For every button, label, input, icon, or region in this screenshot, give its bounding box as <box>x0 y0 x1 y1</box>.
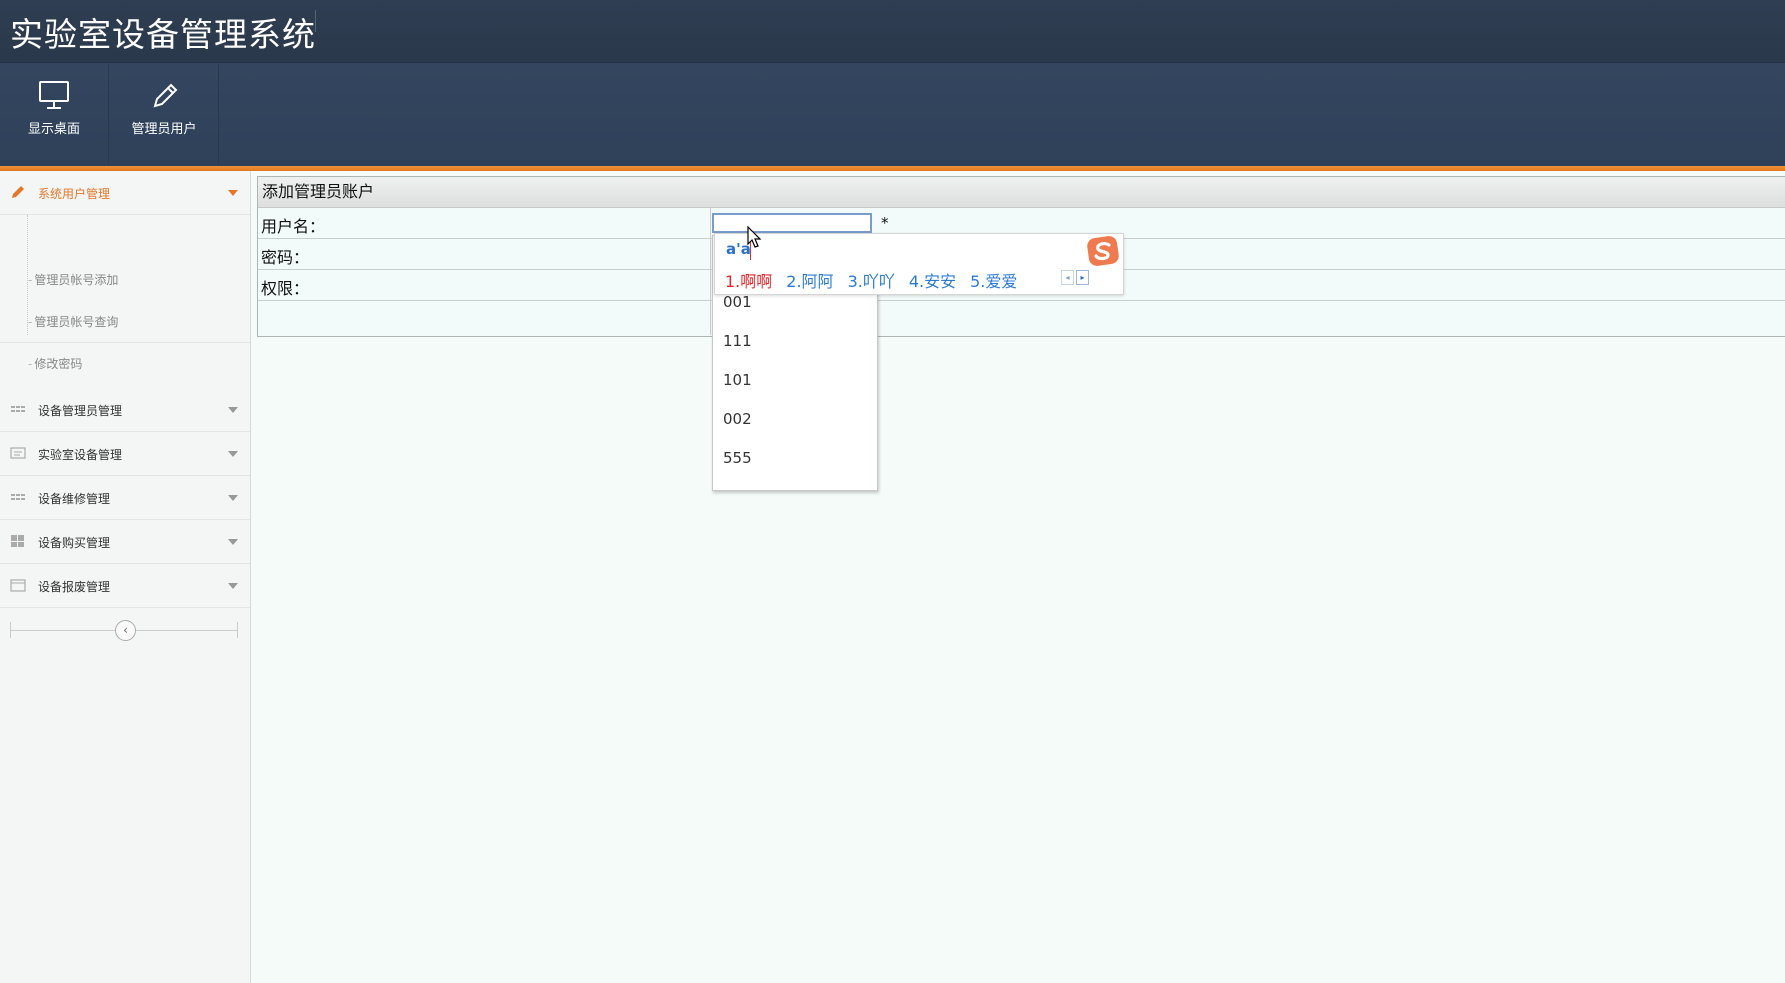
sidebar-item-query-admin[interactable]: 管理员帐号查询 <box>28 313 118 330</box>
tiles-icon <box>11 535 24 547</box>
grid-icon <box>11 494 25 500</box>
admin-user-label: 管理员用户 <box>131 122 197 137</box>
sidebar-collapse-row: ‹ <box>0 608 250 652</box>
nav-group-device-scrap[interactable]: 设备报废管理 <box>0 564 250 608</box>
chevron-down-icon <box>228 190 238 196</box>
ime-prev-page-icon[interactable]: ◂ <box>1061 270 1074 285</box>
monitor-icon <box>39 81 69 109</box>
required-mark: * <box>881 214 889 232</box>
chevron-down-icon <box>228 495 238 501</box>
chevron-down-icon <box>228 451 238 457</box>
nav-group-label: 设备报废管理 <box>38 580 111 594</box>
ime-candidate-window: a'a 1.啊啊 2.阿阿 3.吖吖 4.安安 5.爱爱 ◂ ▸ <box>714 233 1124 295</box>
chevron-down-icon <box>228 539 238 545</box>
nav-group-lab-devices[interactable]: 实验室设备管理 <box>0 432 250 476</box>
autocomplete-option[interactable]: 555 <box>723 449 752 467</box>
ime-next-page-icon[interactable]: ▸ <box>1076 270 1089 285</box>
autocomplete-option[interactable]: 002 <box>723 410 752 428</box>
mouse-cursor-icon <box>747 226 762 248</box>
chevron-down-icon <box>228 407 238 413</box>
autocomplete-option[interactable]: 001 <box>723 293 752 311</box>
nav-group-label: 设备购买管理 <box>38 536 111 550</box>
ime-candidate[interactable]: 5.爱爱 <box>970 272 1017 291</box>
sogou-logo-icon <box>1087 236 1119 266</box>
device-icon <box>10 447 26 459</box>
app-title: 实验室设备管理系统 <box>10 15 316 54</box>
grid-icon <box>11 406 25 412</box>
username-input[interactable] <box>712 213 872 233</box>
ime-candidate[interactable]: 1.啊啊 <box>725 272 772 291</box>
nav-group-device-purchase[interactable]: 设备购买管理 <box>0 520 250 564</box>
nav-group-device-admins[interactable]: 设备管理员管理 <box>0 388 250 432</box>
password-label: 密码： <box>261 248 310 267</box>
ime-candidate[interactable]: 3.吖吖 <box>848 272 895 291</box>
title-divider <box>315 10 316 32</box>
show-desktop-button[interactable]: 显示桌面 <box>0 64 109 164</box>
nav-group-device-repair[interactable]: 设备维修管理 <box>0 476 250 520</box>
nav-group-label: 设备管理员管理 <box>38 404 123 418</box>
nav-group-label: 设备维修管理 <box>38 492 111 506</box>
nav-subitems: 管理员帐号添加 管理员帐号查询 修改密码 <box>0 215 250 371</box>
pencil-icon <box>153 83 178 108</box>
form-title: 添加管理员账户 <box>258 177 1785 208</box>
sidebar: 系统用户管理 管理员帐号添加 管理员帐号查询 修改密码 设备管理员管理 实验室设… <box>0 171 251 983</box>
admin-user-button[interactable]: 管理员用户 <box>110 64 219 164</box>
app-header: 实验室设备管理系统 显示桌面 管理员用户 <box>0 0 1785 166</box>
autocomplete-option[interactable]: 111 <box>723 332 752 350</box>
sidebar-collapse-button[interactable]: ‹ <box>115 620 136 641</box>
username-label: 用户名： <box>261 217 326 236</box>
ime-candidate[interactable]: 2.阿阿 <box>786 272 833 291</box>
autocomplete-option[interactable]: 101 <box>723 371 752 389</box>
chevron-down-icon <box>228 583 238 589</box>
sidebar-item-add-admin[interactable]: 管理员帐号添加 <box>28 271 118 288</box>
ime-candidate-list: 1.啊啊 2.阿阿 3.吖吖 4.安安 5.爱爱 <box>725 268 1031 292</box>
nav-group-system-users[interactable]: 系统用户管理 <box>0 171 250 215</box>
nav-group-label: 实验室设备管理 <box>38 448 123 462</box>
form-row-actions <box>258 301 1785 335</box>
header-accent-line <box>0 166 1785 171</box>
ime-candidate[interactable]: 4.安安 <box>909 272 956 291</box>
nav-group-label: 系统用户管理 <box>38 187 111 201</box>
ime-page-arrows: ◂ ▸ <box>1059 270 1089 285</box>
permission-label: 权限： <box>261 279 310 298</box>
title-bar: 实验室设备管理系统 <box>0 0 1785 63</box>
show-desktop-label: 显示桌面 <box>27 122 80 137</box>
sidebar-item-change-password[interactable]: 修改密码 <box>28 355 82 372</box>
calendar-icon <box>10 579 26 592</box>
pencil-icon <box>12 186 24 198</box>
